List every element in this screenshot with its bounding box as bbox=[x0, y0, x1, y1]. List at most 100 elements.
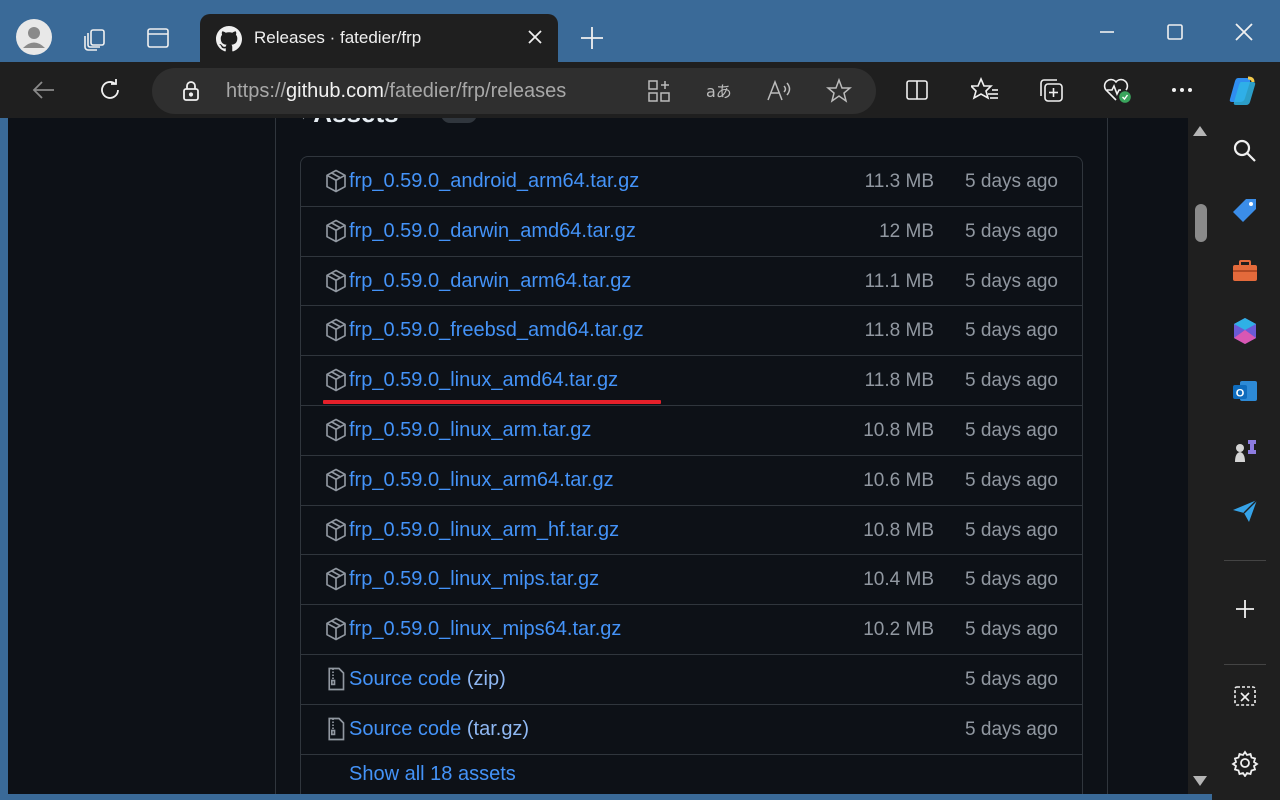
asset-download-link[interactable]: Source code (zip) bbox=[349, 668, 506, 691]
translate-icon[interactable]: aあ bbox=[704, 76, 734, 106]
package-icon bbox=[324, 567, 348, 591]
asset-download-link[interactable]: frp_0.59.0_darwin_arm64.tar.gz bbox=[349, 270, 631, 293]
asset-row: frp_0.59.0_linux_amd64.tar.gz 11.8 MB 5 da… bbox=[301, 356, 1082, 406]
asset-date: 5 days ago bbox=[965, 668, 1058, 690]
asset-name: frp_0.59.0_linux_arm_hf.tar.gz bbox=[349, 518, 620, 541]
asset-download-link[interactable]: Source code (tar.gz) bbox=[349, 718, 529, 741]
asset-download-link[interactable]: frp_0.59.0_linux_mips64.tar.gz bbox=[349, 618, 621, 641]
lock-icon[interactable] bbox=[176, 76, 206, 106]
refresh-icon[interactable] bbox=[90, 70, 130, 110]
asset-size: 10.4 MB bbox=[863, 569, 934, 591]
copilot-icon[interactable] bbox=[1226, 72, 1262, 108]
back-arrow-icon[interactable] bbox=[24, 70, 64, 110]
close-tab-icon[interactable] bbox=[524, 26, 546, 48]
asset-download-link[interactable]: frp_0.59.0_android_arm64.tar.gz bbox=[349, 170, 639, 193]
app-available-icon[interactable] bbox=[644, 76, 674, 106]
package-icon bbox=[324, 518, 348, 542]
asset-size: 10.2 MB bbox=[863, 619, 934, 641]
asset-name: frp_0.59.0_linux_arm.tar.gz bbox=[349, 418, 592, 441]
close-window-icon[interactable] bbox=[1221, 12, 1267, 52]
asset-download-link[interactable]: frp_0.59.0_darwin_amd64.tar.gz bbox=[349, 220, 636, 243]
asset-download-link[interactable]: frp_0.59.0_linux_mips.tar.gz bbox=[349, 568, 599, 591]
page-scrollbar[interactable] bbox=[1188, 118, 1212, 794]
maximize-icon[interactable] bbox=[1152, 12, 1198, 52]
package-icon bbox=[324, 318, 348, 342]
asset-row: Source code (tar.gz) 5 days ago bbox=[301, 705, 1082, 755]
favorites-icon[interactable] bbox=[967, 72, 1003, 108]
package-icon bbox=[324, 468, 348, 492]
asset-name: frp_0.59.0_linux_amd64.tar.gz bbox=[349, 369, 619, 392]
red-underline-annotation bbox=[323, 400, 661, 405]
page-content: ▾ Assets 18 frp_0.59.0_android_arm64.tar… bbox=[8, 118, 1188, 794]
asset-download-link[interactable]: frp_0.59.0_linux_arm_hf.tar.gz bbox=[349, 519, 619, 542]
release-card: ▾ Assets 18 frp_0.59.0_android_arm64.tar… bbox=[275, 118, 1108, 794]
url-text[interactable]: https://github.com/fatedier/frp/releases bbox=[226, 80, 566, 103]
assets-count-badge: 18 bbox=[441, 118, 477, 123]
sidebar-divider bbox=[1224, 664, 1266, 665]
file-zip-icon bbox=[324, 667, 348, 691]
asset-row: Source code (zip) 5 days ago bbox=[301, 655, 1082, 705]
address-bar[interactable]: https://github.com/fatedier/frp/releases… bbox=[152, 68, 876, 114]
active-tab[interactable]: Releases · fatedier/frp bbox=[200, 14, 558, 62]
search-icon[interactable] bbox=[1228, 134, 1262, 168]
outlook-icon[interactable]: O bbox=[1228, 374, 1262, 408]
asset-size: 10.6 MB bbox=[863, 469, 934, 491]
asset-name: frp_0.59.0_darwin_amd64.tar.gz bbox=[349, 219, 636, 242]
new-tab-plus-icon[interactable] bbox=[572, 18, 612, 58]
asset-name: Source code bbox=[349, 667, 462, 690]
svg-text:aあ: aあ bbox=[706, 82, 732, 101]
vertical-tabs-icon[interactable] bbox=[138, 18, 178, 58]
more-options-icon[interactable] bbox=[1164, 72, 1200, 108]
asset-date: 5 days ago bbox=[965, 370, 1058, 392]
asset-size: 10.8 MB bbox=[863, 419, 934, 441]
workspaces-icon[interactable] bbox=[76, 18, 116, 58]
collections-icon[interactable] bbox=[1033, 72, 1069, 108]
asset-download-link[interactable]: frp_0.59.0_freebsd_amd64.tar.gz bbox=[349, 319, 644, 342]
asset-date: 5 days ago bbox=[965, 419, 1058, 441]
asset-download-link[interactable]: frp_0.59.0_linux_arm64.tar.gz bbox=[349, 469, 614, 492]
asset-size: 11.8 MB bbox=[864, 370, 934, 392]
package-icon bbox=[324, 219, 348, 243]
asset-format-suffix: (zip) bbox=[466, 667, 506, 690]
settings-gear-icon[interactable] bbox=[1228, 746, 1262, 780]
drop-send-icon[interactable] bbox=[1228, 494, 1262, 528]
minimize-icon[interactable] bbox=[1084, 12, 1130, 52]
assets-list: frp_0.59.0_android_arm64.tar.gz 11.3 MB 5 … bbox=[300, 156, 1083, 794]
favorite-star-icon[interactable] bbox=[824, 76, 854, 106]
games-chess-icon[interactable] bbox=[1228, 434, 1262, 468]
browser-toolbar: https://github.com/fatedier/frp/releases… bbox=[0, 62, 1280, 118]
asset-date: 5 days ago bbox=[965, 569, 1058, 591]
asset-format-suffix: (tar.gz) bbox=[466, 717, 530, 740]
asset-row: frp_0.59.0_linux_mips.tar.gz 10.4 MB 5 day… bbox=[301, 555, 1082, 606]
package-icon bbox=[324, 269, 348, 293]
svg-text:O: O bbox=[1236, 388, 1245, 400]
asset-size: 11.3 MB bbox=[864, 171, 934, 192]
scroll-down-arrow-icon[interactable] bbox=[1193, 776, 1207, 786]
assets-heading[interactable]: ▾ Assets bbox=[300, 118, 399, 128]
asset-download-link[interactable]: frp_0.59.0_linux_amd64.tar.gz bbox=[349, 369, 618, 392]
shopping-tag-icon[interactable] bbox=[1228, 194, 1262, 228]
tools-briefcase-icon[interactable] bbox=[1228, 254, 1262, 288]
asset-name: frp_0.59.0_linux_mips.tar.gz bbox=[349, 568, 600, 591]
add-sidebar-app-plus-icon[interactable] bbox=[1228, 592, 1262, 626]
screenshot-capture-icon[interactable] bbox=[1228, 680, 1262, 714]
asset-row: frp_0.59.0_darwin_arm64.tar.gz 11.1 MB 5 d… bbox=[301, 257, 1082, 307]
asset-name: Source code bbox=[349, 717, 462, 740]
asset-download-link[interactable]: frp_0.59.0_linux_arm.tar.gz bbox=[349, 419, 591, 442]
scroll-up-arrow-icon[interactable] bbox=[1193, 126, 1207, 136]
read-aloud-icon[interactable] bbox=[764, 76, 794, 106]
asset-date: 5 days ago bbox=[965, 220, 1058, 242]
browser-essentials-icon[interactable] bbox=[1099, 72, 1135, 108]
asset-size: 11.8 MB bbox=[864, 320, 934, 342]
split-screen-icon[interactable] bbox=[899, 72, 935, 108]
microsoft365-icon[interactable] bbox=[1228, 314, 1262, 348]
show-all-assets-link[interactable]: Show all 18 assets bbox=[349, 763, 516, 786]
asset-row: frp_0.59.0_linux_arm_hf.tar.gz 10.8 MB 5 d… bbox=[301, 506, 1082, 556]
edge-sidebar: O bbox=[1212, 118, 1280, 800]
sidebar-divider bbox=[1224, 560, 1266, 561]
asset-date: 5 days ago bbox=[965, 718, 1058, 740]
asset-row: frp_0.59.0_darwin_amd64.tar.gz 12 MB 5 day… bbox=[301, 207, 1082, 257]
asset-date: 5 days ago bbox=[965, 320, 1058, 342]
scrollbar-thumb[interactable] bbox=[1195, 204, 1207, 242]
profile-avatar-icon[interactable] bbox=[14, 17, 54, 57]
